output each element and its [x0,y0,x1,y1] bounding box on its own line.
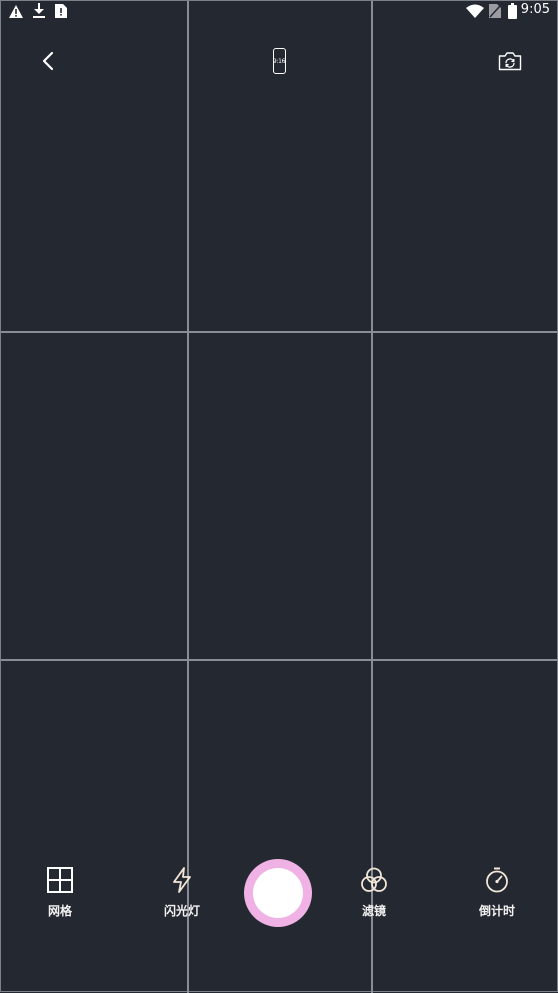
grid-line-horizontal [1,659,558,661]
grid-line-vertical [187,1,189,993]
grid-icon [47,867,73,893]
filter-button[interactable]: 滤镜 [334,866,414,919]
status-time: 9:05 [520,2,550,17]
warning-icon [9,5,23,18]
grid-label: 网格 [47,904,72,918]
filter-label: 滤镜 [361,904,386,918]
timer-button[interactable]: 倒计时 [457,866,537,919]
chevron-left-icon [42,51,54,71]
timer-label: 倒计时 [478,904,515,918]
back-button[interactable] [26,39,70,83]
grid-line-horizontal [1,331,558,333]
flash-label: 闪光灯 [163,904,200,918]
aspect-ratio-button[interactable]: 9:16 [257,39,301,83]
camera-viewfinder[interactable] [0,0,558,993]
phone-frame-icon: 9:16 [272,48,286,74]
aspect-ratio-label: 9:16 [272,57,286,65]
filter-icon [361,867,387,892]
download-icon [33,3,45,18]
switch-camera-button[interactable] [488,39,532,83]
flash-toggle-button[interactable]: 闪光灯 [142,866,222,919]
grid-line-vertical [371,1,373,993]
status-bar: 9:05 [0,0,558,24]
battery-icon [508,3,517,19]
shutter-button[interactable] [244,859,312,927]
grid-toggle-button[interactable]: 网格 [20,866,100,919]
flash-icon [173,867,191,893]
sim-alert-icon [55,4,67,18]
camera-switch-icon [498,52,522,71]
shutter-core [253,868,303,918]
timer-icon [486,867,508,893]
wifi-icon [466,4,484,18]
no-sim-icon [489,4,501,18]
